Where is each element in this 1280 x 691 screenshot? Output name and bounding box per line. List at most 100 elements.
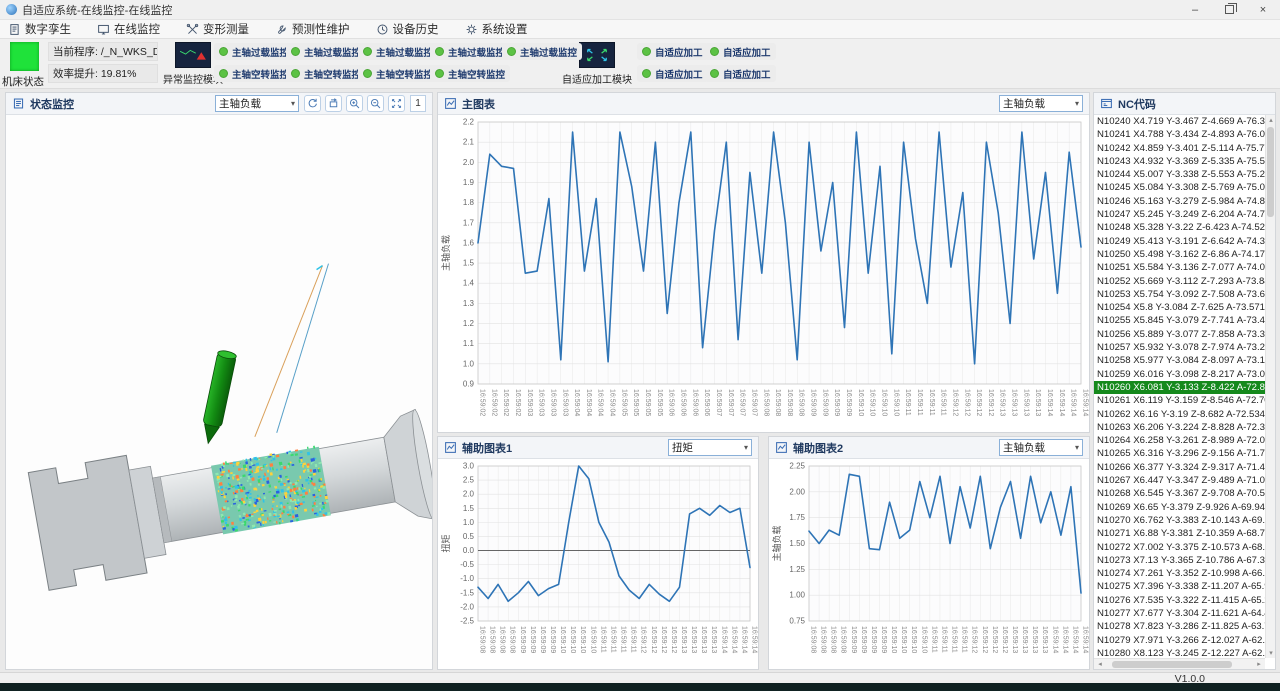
- spindle-idle-monitor-2[interactable]: 主轴空转监控: [286, 65, 366, 82]
- close-button[interactable]: ×: [1246, 0, 1280, 19]
- nc-vertical-scrollbar[interactable]: ▴ ▾: [1265, 115, 1275, 658]
- nc-code-row[interactable]: N10259 X6.016 Y-3.098 Z-8.217 A-73.036: [1094, 368, 1265, 381]
- nc-code-row[interactable]: N10254 X5.8 Y-3.084 Z-7.625 A-73.571 C: [1094, 301, 1265, 314]
- aux-chart2-signal-select[interactable]: 主轴负载 ▾: [999, 439, 1083, 456]
- nc-code-row[interactable]: N10272 X7.002 Y-3.375 Z-10.573 A-68.05: [1094, 541, 1265, 554]
- nc-code-row[interactable]: N10253 X5.754 Y-3.092 Z-7.508 A-73.677: [1094, 288, 1265, 301]
- nc-code-row[interactable]: N10263 X6.206 Y-3.224 Z-8.828 A-72.33 C: [1094, 421, 1265, 434]
- viewer-signal-value: 主轴负载: [219, 96, 261, 111]
- nc-code-row[interactable]: N10255 X5.845 Y-3.079 Z-7.741 A-73.458: [1094, 314, 1265, 327]
- nc-code-row[interactable]: N10261 X6.119 Y-3.159 Z-8.546 A-72.701: [1094, 394, 1265, 407]
- fit-button[interactable]: [388, 95, 405, 112]
- adaptive-machining-1[interactable]: 自适应加工: [637, 43, 708, 60]
- spindle-overload-monitor-3[interactable]: 主轴过载监控: [358, 43, 438, 60]
- scroll-down-icon[interactable]: ▾: [1266, 649, 1276, 657]
- nc-code-row[interactable]: N10258 X5.977 Y-3.084 Z-8.097 A-73.138: [1094, 354, 1265, 367]
- nc-code-row[interactable]: N10257 X5.932 Y-3.078 Z-7.974 A-73.243: [1094, 341, 1265, 354]
- nc-code-row[interactable]: N10278 X7.823 Y-3.286 Z-11.825 A-63.73: [1094, 620, 1265, 633]
- nc-vscroll-thumb[interactable]: [1267, 127, 1274, 217]
- nc-code-row[interactable]: N10269 X6.65 Y-3.379 Z-9.926 A-69.947 C: [1094, 501, 1265, 514]
- rotate-button[interactable]: [304, 95, 321, 112]
- spindle-idle-monitor-4[interactable]: 主轴空转监控: [430, 65, 510, 82]
- nc-code-row[interactable]: N10277 X7.677 Y-3.304 Z-11.621 A-64.48: [1094, 607, 1265, 620]
- nc-code-row[interactable]: N10242 X4.859 Y-3.401 Z-5.114 A-75.775: [1094, 142, 1265, 155]
- title-bar: 自适应系统-在线监控-在线监控 – ×: [0, 0, 1280, 20]
- nc-code-row[interactable]: N10241 X4.788 Y-3.434 Z-4.893 A-76.062: [1094, 128, 1265, 141]
- menu-item-label: 变形测量: [203, 21, 249, 37]
- svg-text:16:59:09: 16:59:09: [539, 626, 546, 653]
- spindle-overload-monitor-2[interactable]: 主轴过载监控: [286, 43, 366, 60]
- nc-code-row[interactable]: N10266 X6.377 Y-3.324 Z-9.317 A-71.443: [1094, 461, 1265, 474]
- nc-hscroll-thumb[interactable]: [1112, 661, 1232, 668]
- spindle-overload-monitor-5[interactable]: 主轴过载监控: [502, 43, 582, 60]
- viewer-signal-select[interactable]: 主轴负载 ▾: [215, 95, 299, 112]
- nc-code-row[interactable]: N10250 X5.498 Y-3.162 Z-6.86 A-74.178 C: [1094, 248, 1265, 261]
- nc-code-row[interactable]: N10244 X5.007 Y-3.338 Z-5.553 A-75.297: [1094, 168, 1265, 181]
- nc-code-row[interactable]: N10276 X7.535 Y-3.322 Z-11.415 A-65.22: [1094, 594, 1265, 607]
- menu-item-device-history[interactable]: 设备历史: [376, 21, 439, 37]
- aux-chart1-signal-select[interactable]: 扭矩 ▾: [668, 439, 752, 456]
- nc-code-row[interactable]: N10273 X7.13 Y-3.365 Z-10.786 A-67.372: [1094, 554, 1265, 567]
- nc-code-row[interactable]: N10280 X8.123 Y-3.245 Z-12.227 A-62.23: [1094, 647, 1265, 658]
- svg-text:16:59:03: 16:59:03: [526, 389, 533, 416]
- menu-item-deformation-measure[interactable]: 变形测量: [186, 21, 249, 37]
- adaptive-machining-2[interactable]: 自适应加工: [705, 43, 776, 60]
- adaptive-machining-4[interactable]: 自适应加工: [705, 65, 776, 82]
- menu-item-label: 系统设置: [482, 21, 528, 37]
- nc-code-row[interactable]: N10249 X5.413 Y-3.191 Z-6.642 A-74.346: [1094, 235, 1265, 248]
- spindle-overload-monitor-1[interactable]: 主轴过载监控: [214, 43, 294, 60]
- scroll-right-icon[interactable]: ▸: [1254, 660, 1264, 668]
- svg-text:16:59:13: 16:59:13: [999, 389, 1006, 416]
- minimize-button[interactable]: –: [1178, 0, 1212, 19]
- menu-item-system-settings[interactable]: 系统设置: [465, 21, 528, 37]
- svg-text:2.1: 2.1: [463, 138, 475, 147]
- nc-code-row[interactable]: N10271 X6.88 Y-3.381 Z-10.359 A-68.711: [1094, 527, 1265, 540]
- nc-code-row[interactable]: N10279 X7.971 Y-3.266 Z-12.027 A-62.98: [1094, 634, 1265, 647]
- nc-code-row[interactable]: N10252 X5.669 Y-3.112 Z-7.293 A-73.844: [1094, 275, 1265, 288]
- spindle-idle-monitor-1[interactable]: 主轴空转监控: [214, 65, 294, 82]
- menu-item-digital-twin[interactable]: 数字孪生: [8, 21, 71, 37]
- svg-text:16:59:10: 16:59:10: [892, 389, 899, 416]
- nc-code-row[interactable]: N10247 X5.245 Y-3.249 Z-6.204 A-74.701: [1094, 208, 1265, 221]
- nc-code-row[interactable]: N10248 X5.328 Y-3.22 Z-6.423 A-74.52 C: [1094, 221, 1265, 234]
- nc-code-row[interactable]: N10243 X4.932 Y-3.369 Z-5.335 A-75.523: [1094, 155, 1265, 168]
- nc-code-row[interactable]: N10275 X7.396 Y-3.338 Z-11.207 A-65.95: [1094, 580, 1265, 593]
- nc-code-row[interactable]: N10267 X6.447 Y-3.347 Z-9.489 A-71.055: [1094, 474, 1265, 487]
- flip-button[interactable]: [325, 95, 342, 112]
- nc-code-row[interactable]: N10245 X5.084 Y-3.308 Z-5.769 A-75.088: [1094, 181, 1265, 194]
- nc-code-row[interactable]: N10270 X6.762 Y-3.383 Z-10.143 A-69.34: [1094, 514, 1265, 527]
- adaptive-machining-3[interactable]: 自适应加工: [637, 65, 708, 82]
- zoom-in-button[interactable]: [346, 95, 363, 112]
- machine-part-3d-view[interactable]: [6, 115, 432, 669]
- nc-code-row-active[interactable]: N10260 X6.081 Y-3.133 Z-8.422 A-72.835: [1094, 381, 1265, 394]
- zoom-out-button[interactable]: [367, 95, 384, 112]
- nc-horizontal-scrollbar[interactable]: ◂ ▸: [1094, 658, 1265, 669]
- nc-code-row[interactable]: N10251 X5.584 Y-3.136 Z-7.077 A-74.012: [1094, 261, 1265, 274]
- scroll-up-icon[interactable]: ▴: [1266, 116, 1276, 124]
- chip-label: 主轴过载监控: [376, 45, 433, 59]
- svg-text:16:59:13: 16:59:13: [1034, 389, 1041, 416]
- svg-text:2.0: 2.0: [463, 490, 475, 499]
- restore-button[interactable]: [1212, 0, 1246, 19]
- spindle-overload-monitor-4[interactable]: 主轴过载监控: [430, 43, 510, 60]
- nc-code-row[interactable]: N10256 X5.889 Y-3.077 Z-7.858 A-73.348: [1094, 328, 1265, 341]
- svg-text:16:59:06: 16:59:06: [680, 389, 687, 416]
- menu-item-online-monitor[interactable]: 在线监控: [97, 21, 160, 37]
- nc-code-row[interactable]: N10262 X6.16 Y-3.19 Z-8.682 A-72.534 C: [1094, 408, 1265, 421]
- aux-chart1-header: 辅助图表1 扭矩 ▾: [438, 437, 758, 459]
- nc-code-row[interactable]: N10240 X4.719 Y-3.467 Z-4.669 A-76.396: [1094, 115, 1265, 128]
- nc-code-row[interactable]: N10265 X6.316 Y-3.296 Z-9.156 A-71.771: [1094, 447, 1265, 460]
- nc-code-row[interactable]: N10264 X6.258 Y-3.261 Z-8.989 A-72.072: [1094, 434, 1265, 447]
- nc-code-row[interactable]: N10268 X6.545 Y-3.367 Z-9.708 A-70.519: [1094, 487, 1265, 500]
- svg-text:16:59:08: 16:59:08: [762, 389, 769, 416]
- scroll-left-icon[interactable]: ◂: [1095, 660, 1105, 668]
- nc-code-row[interactable]: N10246 X5.163 Y-3.279 Z-5.984 A-74.892: [1094, 195, 1265, 208]
- main-chart-signal-select[interactable]: 主轴负载 ▾: [999, 95, 1083, 112]
- status-bar: V1.0.0: [0, 672, 1280, 683]
- menu-item-predictive-maintenance[interactable]: 预测性维护: [275, 21, 350, 37]
- nc-code-row[interactable]: N10274 X7.261 Y-3.352 Z-10.998 A-66.67: [1094, 567, 1265, 580]
- zoom-level-box[interactable]: 1: [410, 95, 426, 112]
- svg-text:16:59:10: 16:59:10: [869, 389, 876, 416]
- spindle-idle-monitor-3[interactable]: 主轴空转监控: [358, 65, 438, 82]
- svg-text:16:59:13: 16:59:13: [700, 626, 707, 653]
